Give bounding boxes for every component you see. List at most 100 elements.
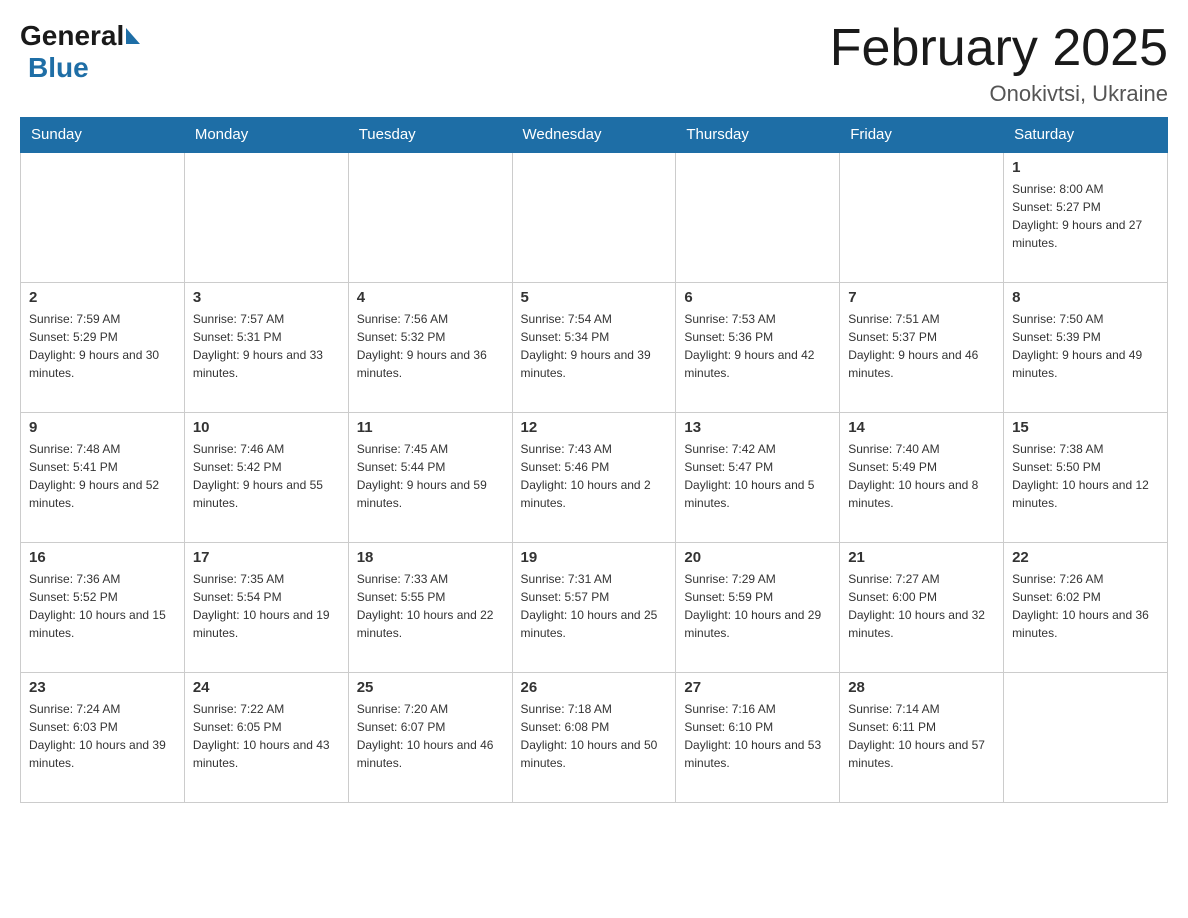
calendar-day-cell: 18 Sunrise: 7:33 AM Sunset: 5:55 PM Dayli… — [348, 542, 512, 672]
day-number: 10 — [193, 419, 340, 436]
day-info: Sunrise: 7:18 AM Sunset: 6:08 PM Dayligh… — [521, 700, 668, 772]
calendar-day-cell: 20 Sunrise: 7:29 AM Sunset: 5:59 PM Dayli… — [676, 542, 840, 672]
day-number: 22 — [1012, 549, 1159, 566]
day-number: 1 — [1012, 159, 1159, 176]
calendar-day-cell — [348, 152, 512, 282]
calendar-day-cell — [184, 152, 348, 282]
calendar-day-cell: 8Sunrise: 7:50 AM Sunset: 5:39 PM Daylig… — [1004, 282, 1168, 412]
calendar-day-cell — [512, 152, 676, 282]
day-info: Sunrise: 7:54 AM Sunset: 5:34 PM Dayligh… — [521, 310, 668, 382]
calendar-day-cell: 26 Sunrise: 7:18 AM Sunset: 6:08 PM Dayli… — [512, 672, 676, 802]
day-info: Sunrise: 7:42 AM Sunset: 5:47 PM Dayligh… — [684, 440, 831, 512]
weekday-header-row: SundayMondayTuesdayWednesdayThursdayFrid… — [21, 118, 1168, 153]
day-info: Sunrise: 7:14 AM Sunset: 6:11 PM Dayligh… — [848, 700, 995, 772]
page-header: General Blue February 2025 Onokivtsi, Uk… — [20, 20, 1168, 107]
day-info: Sunrise: 7:35 AM Sunset: 5:54 PM Dayligh… — [193, 570, 340, 642]
day-number: 8 — [1012, 289, 1159, 306]
calendar-day-cell: 10 Sunrise: 7:46 AM Sunset: 5:42 PM Dayli… — [184, 412, 348, 542]
day-info: Sunrise: 7:33 AM Sunset: 5:55 PM Dayligh… — [357, 570, 504, 642]
calendar-week-row: 23 Sunrise: 7:24 AM Sunset: 6:03 PM Dayli… — [21, 672, 1168, 802]
weekday-header-saturday: Saturday — [1004, 118, 1168, 153]
calendar-week-row: 1 Sunrise: 8:00 AM Sunset: 5:27 PM Daylig… — [21, 152, 1168, 282]
calendar-day-cell: 25 Sunrise: 7:20 AM Sunset: 6:07 PM Dayli… — [348, 672, 512, 802]
day-info: Sunrise: 7:57 AM Sunset: 5:31 PM Dayligh… — [193, 310, 340, 382]
calendar-day-cell: 22 Sunrise: 7:26 AM Sunset: 6:02 PM Dayli… — [1004, 542, 1168, 672]
calendar-header: SundayMondayTuesdayWednesdayThursdayFrid… — [21, 118, 1168, 153]
day-info: Sunrise: 7:24 AM Sunset: 6:03 PM Dayligh… — [29, 700, 176, 772]
calendar-day-cell: 2 Sunrise: 7:59 AM Sunset: 5:29 PM Daylig… — [21, 282, 185, 412]
calendar-day-cell: 23 Sunrise: 7:24 AM Sunset: 6:03 PM Dayli… — [21, 672, 185, 802]
day-info: Sunrise: 7:29 AM Sunset: 5:59 PM Dayligh… — [684, 570, 831, 642]
day-number: 25 — [357, 679, 504, 696]
calendar-day-cell: 11 Sunrise: 7:45 AM Sunset: 5:44 PM Dayli… — [348, 412, 512, 542]
day-info: Sunrise: 7:51 AM Sunset: 5:37 PM Dayligh… — [848, 310, 995, 382]
day-number: 28 — [848, 679, 995, 696]
day-number: 26 — [521, 679, 668, 696]
calendar-day-cell: 28 Sunrise: 7:14 AM Sunset: 6:11 PM Dayli… — [840, 672, 1004, 802]
day-number: 18 — [357, 549, 504, 566]
day-number: 19 — [521, 549, 668, 566]
calendar-day-cell: 15 Sunrise: 7:38 AM Sunset: 5:50 PM Dayli… — [1004, 412, 1168, 542]
calendar-day-cell: 6 Sunrise: 7:53 AM Sunset: 5:36 PM Daylig… — [676, 282, 840, 412]
logo: General Blue — [20, 20, 142, 84]
day-number: 14 — [848, 419, 995, 436]
day-info: Sunrise: 7:38 AM Sunset: 5:50 PM Dayligh… — [1012, 440, 1159, 512]
calendar-body: 1 Sunrise: 8:00 AM Sunset: 5:27 PM Daylig… — [21, 152, 1168, 802]
day-number: 15 — [1012, 419, 1159, 436]
calendar-day-cell: 3Sunrise: 7:57 AM Sunset: 5:31 PM Daylig… — [184, 282, 348, 412]
calendar-day-cell: 13 Sunrise: 7:42 AM Sunset: 5:47 PM Dayli… — [676, 412, 840, 542]
calendar-day-cell: 19 Sunrise: 7:31 AM Sunset: 5:57 PM Dayli… — [512, 542, 676, 672]
calendar-day-cell: 14 Sunrise: 7:40 AM Sunset: 5:49 PM Dayli… — [840, 412, 1004, 542]
day-info: Sunrise: 7:53 AM Sunset: 5:36 PM Dayligh… — [684, 310, 831, 382]
day-info: Sunrise: 7:40 AM Sunset: 5:49 PM Dayligh… — [848, 440, 995, 512]
month-year-title: February 2025 — [830, 20, 1168, 77]
day-number: 17 — [193, 549, 340, 566]
day-info: Sunrise: 7:36 AM Sunset: 5:52 PM Dayligh… — [29, 570, 176, 642]
calendar-day-cell — [840, 152, 1004, 282]
calendar-day-cell: 21 Sunrise: 7:27 AM Sunset: 6:00 PM Dayli… — [840, 542, 1004, 672]
weekday-header-friday: Friday — [840, 118, 1004, 153]
day-number: 7 — [848, 289, 995, 306]
day-info: Sunrise: 7:31 AM Sunset: 5:57 PM Dayligh… — [521, 570, 668, 642]
day-number: 11 — [357, 419, 504, 436]
day-number: 5 — [521, 289, 668, 306]
day-number: 4 — [357, 289, 504, 306]
logo-general-text: General — [20, 20, 124, 52]
day-number: 27 — [684, 679, 831, 696]
day-number: 12 — [521, 419, 668, 436]
calendar-day-cell: 1 Sunrise: 8:00 AM Sunset: 5:27 PM Daylig… — [1004, 152, 1168, 282]
logo-blue-text: Blue — [20, 52, 89, 83]
day-info: Sunrise: 7:59 AM Sunset: 5:29 PM Dayligh… — [29, 310, 176, 382]
calendar-day-cell: 5 Sunrise: 7:54 AM Sunset: 5:34 PM Daylig… — [512, 282, 676, 412]
calendar-day-cell: 12 Sunrise: 7:43 AM Sunset: 5:46 PM Dayli… — [512, 412, 676, 542]
day-number: 9 — [29, 419, 176, 436]
day-info: Sunrise: 7:27 AM Sunset: 6:00 PM Dayligh… — [848, 570, 995, 642]
day-info: Sunrise: 7:16 AM Sunset: 6:10 PM Dayligh… — [684, 700, 831, 772]
day-info: Sunrise: 7:46 AM Sunset: 5:42 PM Dayligh… — [193, 440, 340, 512]
calendar-day-cell: 9Sunrise: 7:48 AM Sunset: 5:41 PM Daylig… — [21, 412, 185, 542]
day-number: 20 — [684, 549, 831, 566]
day-number: 23 — [29, 679, 176, 696]
logo-arrow-icon — [126, 28, 140, 44]
calendar-table: SundayMondayTuesdayWednesdayThursdayFrid… — [20, 117, 1168, 803]
day-number: 6 — [684, 289, 831, 306]
day-number: 16 — [29, 549, 176, 566]
day-info: Sunrise: 7:43 AM Sunset: 5:46 PM Dayligh… — [521, 440, 668, 512]
day-info: Sunrise: 7:45 AM Sunset: 5:44 PM Dayligh… — [357, 440, 504, 512]
calendar-day-cell: 17 Sunrise: 7:35 AM Sunset: 5:54 PM Dayli… — [184, 542, 348, 672]
location-subtitle: Onokivtsi, Ukraine — [830, 81, 1168, 107]
weekday-header-sunday: Sunday — [21, 118, 185, 153]
calendar-week-row: 9Sunrise: 7:48 AM Sunset: 5:41 PM Daylig… — [21, 412, 1168, 542]
day-info: Sunrise: 7:20 AM Sunset: 6:07 PM Dayligh… — [357, 700, 504, 772]
weekday-header-wednesday: Wednesday — [512, 118, 676, 153]
calendar-day-cell — [21, 152, 185, 282]
calendar-day-cell: 27 Sunrise: 7:16 AM Sunset: 6:10 PM Dayli… — [676, 672, 840, 802]
day-number: 2 — [29, 289, 176, 306]
calendar-week-row: 2 Sunrise: 7:59 AM Sunset: 5:29 PM Daylig… — [21, 282, 1168, 412]
day-number: 21 — [848, 549, 995, 566]
day-number: 13 — [684, 419, 831, 436]
day-info: Sunrise: 7:22 AM Sunset: 6:05 PM Dayligh… — [193, 700, 340, 772]
day-info: Sunrise: 8:00 AM Sunset: 5:27 PM Dayligh… — [1012, 180, 1159, 252]
day-info: Sunrise: 7:26 AM Sunset: 6:02 PM Dayligh… — [1012, 570, 1159, 642]
day-info: Sunrise: 7:56 AM Sunset: 5:32 PM Dayligh… — [357, 310, 504, 382]
